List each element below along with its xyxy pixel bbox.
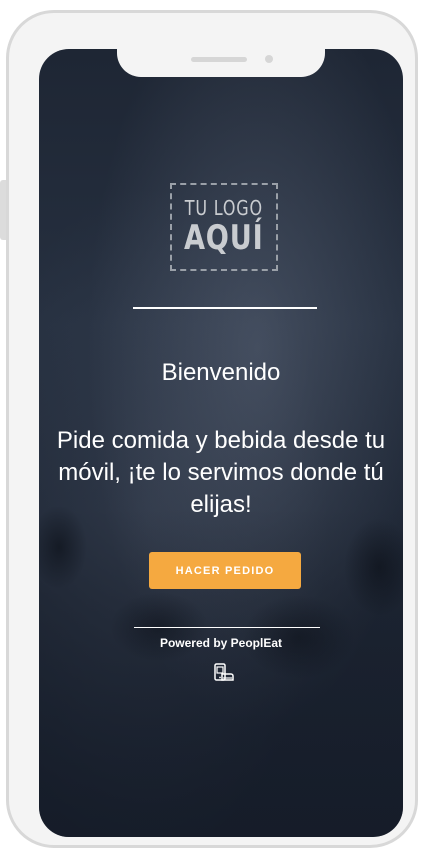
logo-text-line2: AQUÍ (184, 218, 264, 258)
divider (133, 307, 317, 309)
phone-speaker (191, 57, 247, 62)
app-screen: TU LOGO AQUÍ Bienvenido Pide comida y be… (39, 49, 403, 837)
logo-text-line1: TU LOGO (184, 196, 264, 220)
phone-camera (265, 55, 273, 63)
welcome-title: Bienvenido (161, 359, 281, 386)
footer-divider (134, 627, 320, 628)
welcome-tagline: Pide comida y bebida desde tu móvil, ¡te… (56, 427, 386, 518)
logo-placeholder: TU LOGO AQUÍ (170, 183, 278, 271)
powered-by-text: Powered by PeoplEat (159, 636, 283, 650)
phone-frame: TU LOGO AQUÍ Bienvenido Pide comida y be… (6, 10, 418, 848)
order-button[interactable]: HACER PEDIDO (149, 552, 301, 589)
peopleat-app-icon (214, 663, 234, 681)
